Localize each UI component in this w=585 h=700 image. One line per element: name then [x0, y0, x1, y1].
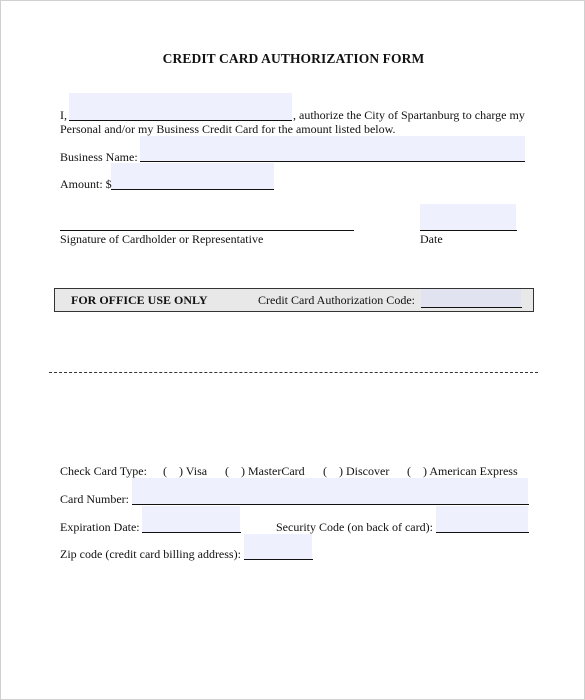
zip-code-field[interactable] — [244, 534, 312, 560]
card-number-label: Card Number: — [60, 492, 129, 506]
date-underline — [420, 230, 517, 231]
card-type-option-discover[interactable]: ( ) Discover — [323, 464, 389, 478]
intro-line-2: Personal and/or my Business Credit Card … — [60, 122, 396, 136]
office-use-heading: FOR OFFICE USE ONLY — [71, 293, 208, 307]
amount-underline — [111, 189, 274, 190]
card-type-option-amex[interactable]: ( ) American Express — [407, 464, 518, 478]
amount-label: Amount: $ — [60, 177, 112, 191]
security-code-underline — [436, 532, 529, 533]
card-type-option-visa[interactable]: ( ) Visa — [163, 464, 207, 478]
card-type-label: Check Card Type: — [60, 464, 147, 478]
checkbox-amex[interactable]: ( ) — [407, 464, 427, 478]
card-type-amex-label: American Express — [429, 464, 518, 478]
card-type-mastercard-label: MasterCard — [248, 464, 305, 478]
signature-line[interactable] — [60, 230, 354, 231]
cut-line-divider — [49, 372, 538, 373]
form-title: CREDIT CARD AUTHORIZATION FORM — [162, 51, 425, 66]
checkbox-mastercard[interactable]: ( ) — [225, 464, 245, 478]
checkbox-visa[interactable]: ( ) — [163, 464, 183, 478]
signature-label: Signature of Cardholder or Representativ… — [60, 232, 264, 246]
card-number-underline — [132, 504, 529, 505]
amount-field[interactable] — [111, 163, 274, 190]
card-type-discover-label: Discover — [346, 464, 390, 478]
card-number-field[interactable] — [132, 478, 528, 504]
checkbox-discover[interactable]: ( ) — [323, 464, 343, 478]
office-use-box: FOR OFFICE USE ONLY Credit Card Authoriz… — [54, 288, 534, 312]
expiration-date-field[interactable] — [142, 506, 240, 532]
card-type-option-mastercard[interactable]: ( ) MasterCard — [225, 464, 305, 478]
business-name-label: Business Name: — [60, 150, 138, 164]
card-type-visa-label: Visa — [185, 464, 208, 478]
business-name-underline — [140, 161, 525, 162]
business-name-field[interactable] — [140, 136, 525, 162]
security-code-label: Security Code (on back of card): — [276, 520, 433, 534]
intro-authorize-text: , authorize the City of Spartanburg to c… — [293, 108, 525, 122]
document-page: CREDIT CARD AUTHORIZATION FORM I, , auth… — [0, 0, 585, 700]
security-code-field[interactable] — [436, 506, 528, 532]
intro-prefix: I, — [60, 108, 67, 122]
cardholder-name-field[interactable] — [69, 93, 292, 121]
zip-code-label: Zip code (credit card billing address): — [60, 547, 241, 561]
auth-code-underline — [421, 307, 522, 308]
auth-code-field[interactable] — [421, 289, 521, 308]
zip-code-underline — [244, 559, 313, 560]
date-label: Date — [420, 232, 443, 246]
cardholder-name-underline — [69, 120, 292, 121]
expiration-date-label: Expiration Date: — [60, 520, 140, 534]
auth-code-label: Credit Card Authorization Code: — [258, 293, 415, 307]
date-field[interactable] — [420, 204, 516, 231]
expiration-date-underline — [142, 532, 241, 533]
